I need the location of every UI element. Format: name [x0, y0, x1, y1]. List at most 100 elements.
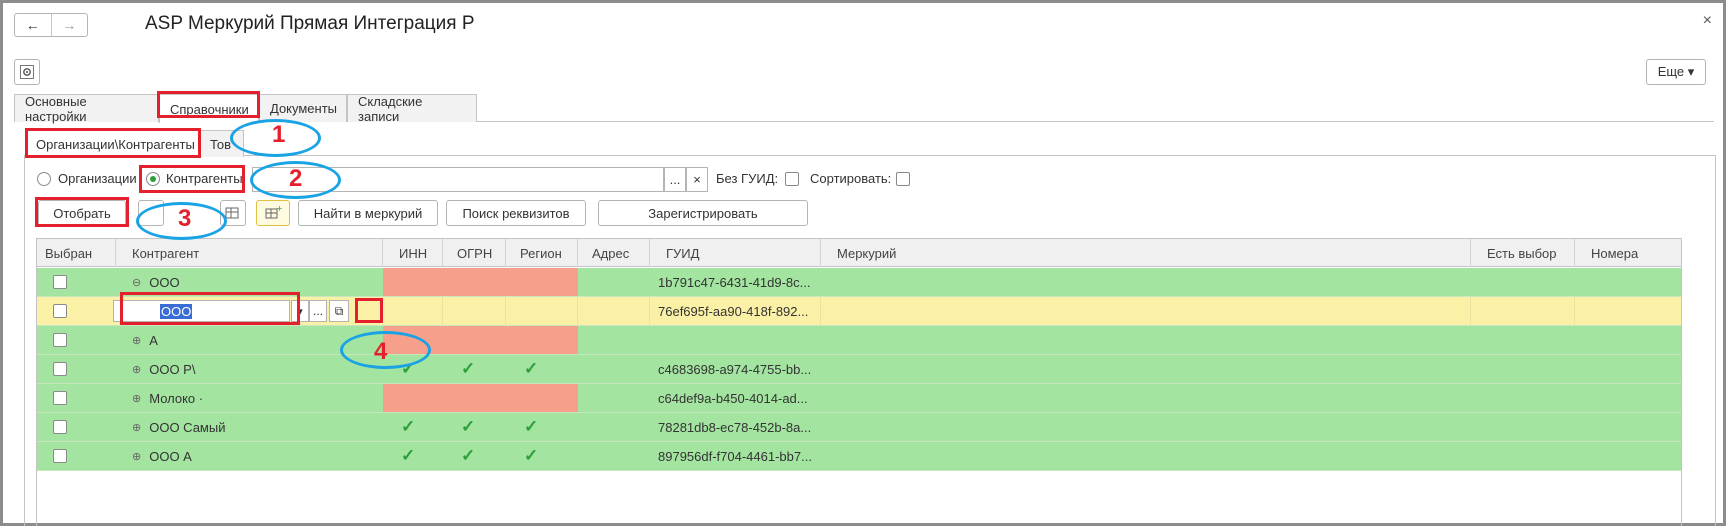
tab-documents[interactable]: Документы — [259, 94, 347, 122]
close-icon[interactable]: × — [1703, 12, 1712, 30]
guid-cell: 897956df-f704-4461-bb7... — [658, 448, 812, 464]
counterparty-cell: ⊕ Молоко · — [116, 384, 383, 412]
counterparty-name: ООО А — [149, 448, 192, 464]
tree-expand-icon[interactable]: ⊕ — [132, 334, 141, 347]
tree-collapse-icon[interactable]: ⊖ — [132, 276, 141, 289]
column-header-numbers[interactable]: Номера — [1575, 239, 1681, 267]
row-checkbox[interactable] — [53, 275, 67, 289]
highlight-subtab-organizations — [25, 128, 201, 158]
mercury-cell — [821, 297, 1471, 325]
counterparty-cell: ⊕ ООО А — [116, 442, 383, 470]
column-header-ogrn[interactable]: ОГРН — [443, 239, 506, 267]
more-button[interactable]: Еще ▾ — [1646, 59, 1706, 85]
counterparty-name: Молоко · — [149, 390, 204, 406]
table-header: Выбран Контрагент ИНН ОГРН Регион Адрес … — [37, 239, 1681, 267]
ogrn-check-icon: ✓ — [461, 359, 476, 378]
region-check-icon: ✓ — [524, 446, 539, 465]
filter-select-button[interactable]: ... — [664, 167, 686, 192]
column-header-inn[interactable]: ИНН — [383, 239, 443, 267]
tab-warehouse-records[interactable]: Складские записи — [347, 94, 477, 124]
sort-checkbox[interactable] — [896, 172, 910, 186]
nav-buttons: ← → — [14, 13, 88, 37]
column-header-selected[interactable]: Выбран — [37, 239, 116, 267]
open-icon[interactable]: ⧉ — [329, 300, 349, 322]
table-row[interactable]: ⊕ ООО А ✓ ✓ ✓ 897956df-f704-4461-bb7... — [37, 442, 1681, 471]
table-row[interactable]: ⊕ ООО Самый ✓ ✓ ✓ 78281db8-ec78-452b-8a..… — [37, 413, 1681, 442]
column-header-mercury[interactable]: Меркурий — [821, 239, 1471, 267]
guid-cell: 76ef695f-aa90-418f-892... — [650, 297, 821, 325]
edit-select-button[interactable]: ... — [309, 300, 327, 322]
has-choice-cell — [1471, 297, 1575, 325]
region-check-icon: ✓ — [524, 417, 539, 436]
callout-number-2: 2 — [289, 165, 303, 192]
counterparty-name: А — [149, 332, 158, 348]
guid-cell: c64def9a-b450-4014-ad... — [658, 390, 808, 406]
register-button[interactable]: Зарегистрировать — [598, 200, 808, 226]
counterparty-name: ООО Самый — [149, 419, 226, 435]
tree-expand-icon[interactable]: ⊕ — [132, 363, 141, 376]
toolbar-icon-button-3[interactable]: + — [256, 200, 290, 226]
highlight-counterparties — [139, 165, 245, 193]
guid-cell: c4683698-a974-4755-bb... — [658, 361, 812, 377]
column-header-counterparty[interactable]: Контрагент — [116, 239, 383, 267]
highlight-edit-field — [120, 292, 300, 325]
radio-organizations[interactable] — [37, 172, 51, 186]
ogrn-check-icon: ✓ — [461, 417, 476, 436]
callout-number-3: 3 — [178, 205, 192, 232]
region-cell — [506, 297, 578, 325]
column-header-guid[interactable]: ГУИД — [650, 239, 821, 267]
region-check-icon: ✓ — [524, 359, 539, 378]
inn-cell — [383, 297, 443, 325]
column-header-address[interactable]: Адрес — [578, 239, 650, 267]
guid-cell: 78281db8-ec78-452b-8a... — [658, 419, 812, 435]
row-checkbox[interactable] — [53, 391, 67, 405]
tree-expand-icon[interactable]: ⊕ — [132, 392, 141, 405]
find-in-mercury-button[interactable]: Найти в меркурий — [298, 200, 438, 226]
row-checkbox[interactable] — [53, 449, 67, 463]
inn-check-icon: ✓ — [401, 417, 416, 436]
back-icon[interactable]: ← — [15, 14, 51, 36]
address-cell — [578, 297, 650, 325]
row-checkbox[interactable] — [53, 362, 67, 376]
gear-icon — [20, 65, 34, 79]
filter-clear-button[interactable]: × — [686, 167, 708, 192]
table-add-icon: + — [265, 205, 282, 219]
requisites-cell — [383, 268, 578, 296]
tree-expand-icon[interactable]: ⊕ — [132, 421, 141, 434]
callout-number-1: 1 — [272, 121, 286, 148]
table-row[interactable]: ⊕ ООО Р\ ✓ ✓ ✓ c4683698-a974-4755-bb... — [37, 355, 1681, 384]
highlight-select-button — [35, 197, 129, 227]
counterparty-cell: ⊕ ООО Самый — [116, 413, 383, 441]
inn-check-icon: ✓ — [401, 446, 416, 465]
no-guid-label: Без ГУИД: — [716, 171, 779, 186]
window-title: ASP Меркурий Прямая Интеграция Р — [145, 13, 475, 34]
counterparties-table: Выбран Контрагент ИНН ОГРН Регион Адрес … — [36, 238, 1682, 526]
radio-organizations-label: Организации — [58, 171, 137, 186]
tab-main-settings[interactable]: Основные настройки — [14, 94, 159, 124]
counterparty-cell: ⊕ ООО Р\ — [116, 355, 383, 383]
settings-button[interactable] — [14, 59, 40, 85]
svg-text:+: + — [276, 205, 282, 213]
highlight-open-button — [355, 298, 383, 323]
column-header-has-choice[interactable]: Есть выбор — [1471, 239, 1575, 267]
callout-number-4: 4 — [374, 338, 388, 365]
highlight-tab-references — [157, 91, 260, 118]
row-checkbox[interactable] — [53, 420, 67, 434]
requisites-cell — [383, 384, 578, 412]
no-guid-checkbox[interactable] — [785, 172, 799, 186]
counterparty-name: ООО Р\ — [149, 361, 196, 377]
ogrn-check-icon: ✓ — [461, 446, 476, 465]
table-row[interactable]: ⊕ А — [37, 326, 1681, 355]
column-header-region[interactable]: Регион — [506, 239, 578, 267]
table-row[interactable]: ⊕ Молоко · c64def9a-b450-4014-ad... — [37, 384, 1681, 413]
row-checkbox[interactable] — [53, 304, 67, 318]
row-checkbox[interactable] — [53, 333, 67, 347]
forward-icon[interactable]: → — [50, 14, 88, 36]
ogrn-cell — [443, 297, 506, 325]
sort-label: Сортировать: — [810, 171, 892, 186]
tree-expand-icon[interactable]: ⊕ — [132, 450, 141, 463]
counterparty-name: ООО — [149, 274, 180, 290]
table-icon — [225, 207, 239, 219]
find-requisites-button[interactable]: Поиск реквизитов — [446, 200, 586, 226]
guid-cell: 1b791c47-6431-41d9-8c... — [658, 274, 811, 290]
